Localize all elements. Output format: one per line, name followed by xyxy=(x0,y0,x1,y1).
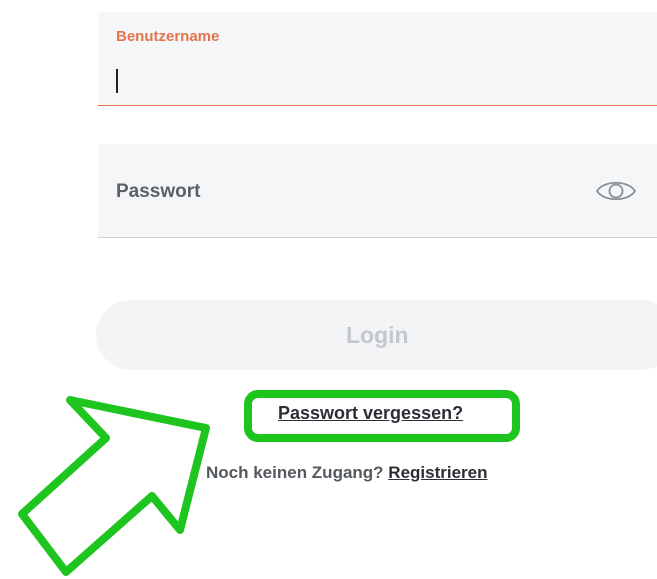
register-line: Noch keinen Zugang? Registrieren xyxy=(206,463,488,483)
no-account-text: Noch keinen Zugang? xyxy=(206,463,384,482)
password-placeholder: Passwort xyxy=(116,181,201,202)
text-cursor xyxy=(116,69,118,93)
password-field[interactable]: Passwort xyxy=(98,144,657,238)
username-label: Benutzername xyxy=(116,28,220,45)
register-link[interactable]: Registrieren xyxy=(388,463,487,482)
username-field[interactable]: Benutzername xyxy=(98,12,657,106)
login-button[interactable]: Login xyxy=(96,300,657,370)
arrow-shape xyxy=(18,396,210,576)
login-page: Benutzername Passwort Login Passwort ver… xyxy=(0,0,657,579)
forgot-password-link[interactable]: Passwort vergessen? xyxy=(278,403,463,424)
login-button-label: Login xyxy=(346,322,409,348)
eye-icon[interactable] xyxy=(594,177,638,205)
